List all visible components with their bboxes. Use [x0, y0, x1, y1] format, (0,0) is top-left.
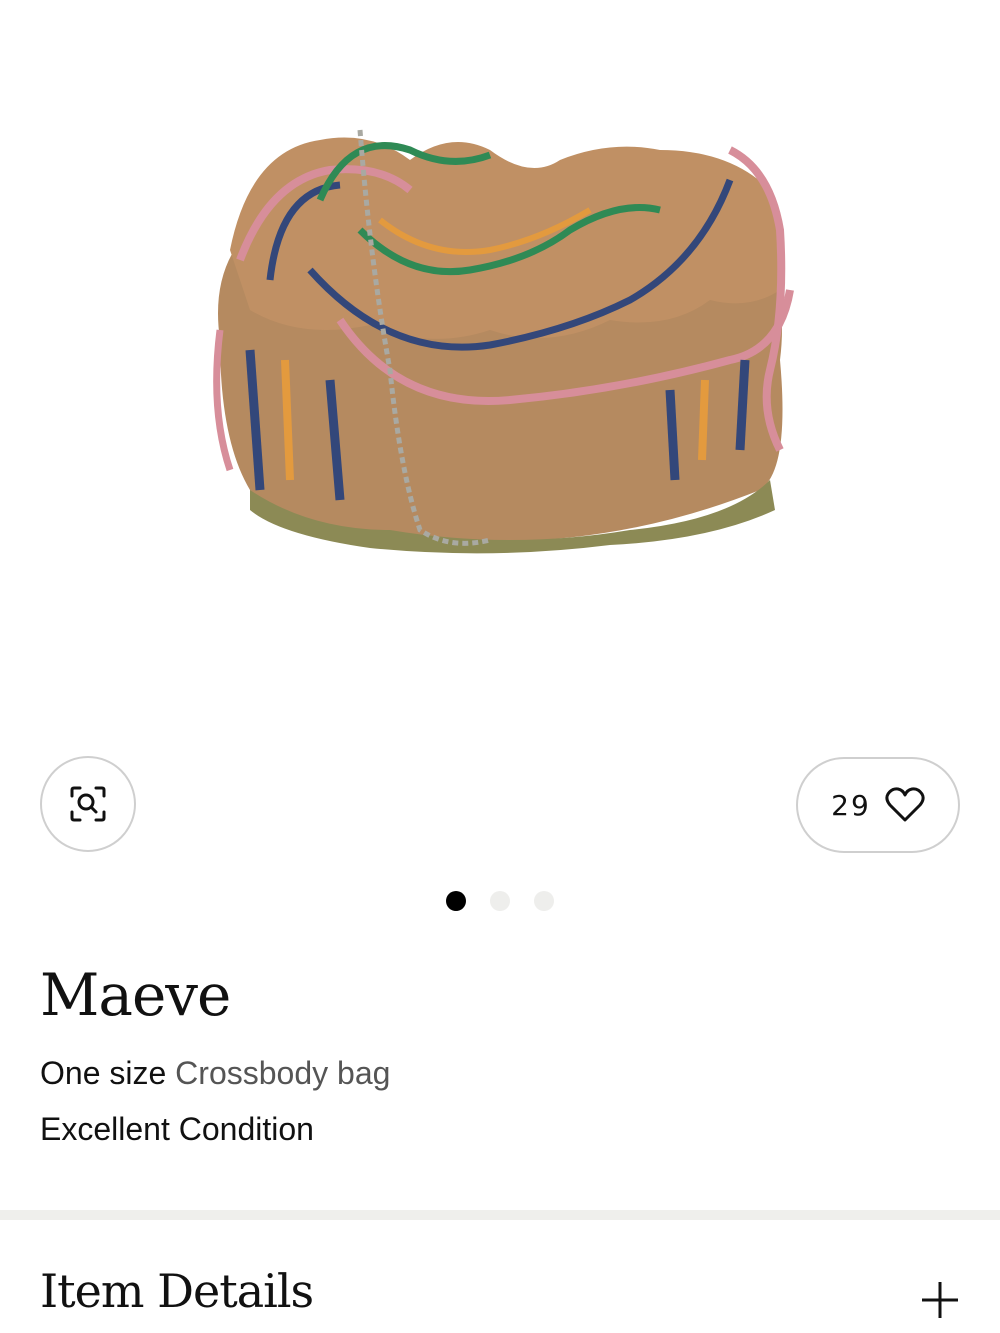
favorite-button[interactable]: 29 — [796, 757, 960, 853]
favorite-count: 29 — [831, 788, 871, 822]
carousel-dot-3[interactable] — [534, 891, 554, 911]
product-size-category: One size Crossbody bag — [40, 1054, 390, 1092]
carousel-pagination — [0, 890, 1000, 912]
section-divider — [0, 1210, 1000, 1220]
product-photo — [213, 129, 794, 554]
plus-icon[interactable] — [920, 1280, 960, 1320]
item-details-accordion[interactable]: Item Details — [0, 1220, 1000, 1333]
carousel-dot-2[interactable] — [490, 891, 510, 911]
product-brand: Maeve — [40, 961, 231, 1029]
product-size: One size — [40, 1055, 167, 1091]
visual-search-button[interactable] — [40, 756, 136, 852]
heart-outline-icon — [885, 787, 925, 822]
product-category-link[interactable]: Crossbody bag — [175, 1055, 390, 1091]
product-image-carousel[interactable] — [0, 0, 1000, 740]
product-condition: Excellent Condition — [40, 1111, 314, 1147]
carousel-dot-1[interactable] — [446, 891, 466, 911]
image-search-icon — [70, 786, 106, 822]
item-details-title: Item Details — [40, 1264, 314, 1318]
